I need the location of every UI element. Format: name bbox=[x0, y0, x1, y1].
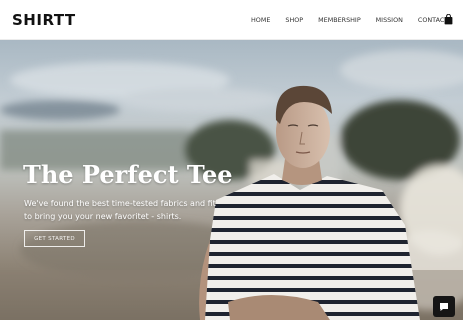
chat-button[interactable] bbox=[433, 296, 455, 317]
hero-title: The Perfect Tee bbox=[23, 160, 233, 189]
main-nav: HOME SHOP MEMBERSHIP MISSION CONTACT bbox=[251, 16, 448, 24]
nav-link-home[interactable]: HOME bbox=[251, 16, 270, 24]
nav-link-mission[interactable]: MISSION bbox=[376, 16, 403, 24]
nav-link-membership[interactable]: MEMBERSHIP bbox=[318, 16, 361, 24]
hero-subtitle-line: to bring you your new favoritet - shirts… bbox=[24, 211, 182, 221]
site-logo[interactable]: SHIRTT bbox=[12, 11, 76, 29]
nav-link-shop[interactable]: SHOP bbox=[285, 16, 303, 24]
chat-bubble-icon bbox=[440, 302, 448, 311]
hero-section: The Perfect Tee We've found the best tim… bbox=[0, 40, 463, 320]
hero-subtitle: We've found the best time-tested fabrics… bbox=[24, 198, 239, 223]
shopping-bag-icon[interactable] bbox=[444, 14, 453, 25]
hero-subtitle-line: We've found the best time-tested fabrics… bbox=[24, 199, 216, 208]
get-started-button[interactable]: GET STARTED bbox=[24, 230, 85, 247]
site-header: SHIRTT HOME SHOP MEMBERSHIP MISSION CONT… bbox=[0, 0, 463, 40]
